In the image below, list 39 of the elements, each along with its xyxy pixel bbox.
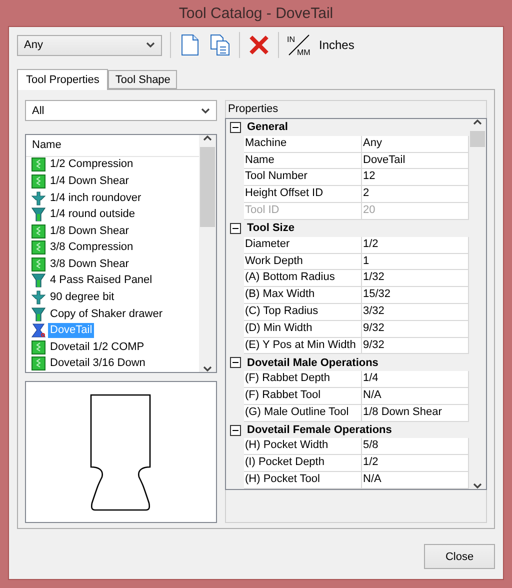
list-item[interactable]: 1/2 Compression — [48, 157, 136, 172]
category-label: Dovetail Male Operations — [246, 356, 378, 369]
panel-header: Properties — [225, 100, 487, 118]
window-title: Tool Catalog - DoveTail — [178, 4, 334, 24]
property-name: (F) Rabbet Depth — [244, 371, 362, 388]
property-name: (H) Pocket Tool — [244, 472, 362, 489]
property-name: Machine — [244, 136, 362, 153]
property-name: (C) Top Radius — [244, 304, 362, 321]
list-item[interactable]: 4 Pass Raised Panel — [48, 273, 154, 288]
tab[interactable]: Tool Shape — [108, 70, 178, 89]
tab[interactable]: Tool Properties — [17, 69, 108, 90]
list-item[interactable]: Copy of Shaker drawer — [48, 306, 164, 322]
list-item[interactable]: 3/8 Down Shear — [48, 256, 131, 272]
property-name: Diameter — [244, 236, 362, 254]
property-name: (B) Max Width — [244, 287, 362, 304]
list-item[interactable]: 3/8 Compression — [48, 240, 136, 256]
list-item[interactable]: Dovetail 3/16 Down — [48, 356, 148, 372]
property-name: Tool Number — [244, 169, 362, 186]
property-name: (I) Pocket Depth — [244, 455, 362, 472]
category-label: General — [246, 121, 288, 134]
property-name: (H) Pocket Width — [244, 438, 362, 456]
list-item[interactable]: 90 degree bit — [48, 290, 116, 305]
list-item[interactable]: 1/4 round outside — [48, 207, 138, 222]
list-item[interactable]: 1/4 Down Shear — [48, 174, 131, 190]
units-label: Inches — [319, 38, 354, 52]
property-name: (D) Min Width — [244, 320, 362, 338]
property-name: Work Depth — [244, 254, 362, 270]
property-name: (F) Rabbet Tool — [244, 388, 362, 405]
list-item[interactable]: 1/8 Down Shear — [48, 224, 131, 239]
property-name: Name — [244, 152, 362, 170]
filter-dropdown[interactable]: All — [25, 100, 217, 121]
close-button[interactable]: Close — [424, 544, 495, 569]
list-item[interactable]: 1/4 inch roundover — [48, 190, 144, 206]
property-name: (A) Bottom Radius — [244, 270, 362, 288]
property-name: Height Offset ID — [244, 186, 362, 204]
category-label: Tool Size — [246, 222, 294, 234]
list-item[interactable]: Dovetail 1/2 COMP — [48, 340, 146, 355]
category-label: Dovetail Female Operations — [246, 424, 392, 436]
machine-dropdown[interactable]: Any — [17, 34, 162, 56]
